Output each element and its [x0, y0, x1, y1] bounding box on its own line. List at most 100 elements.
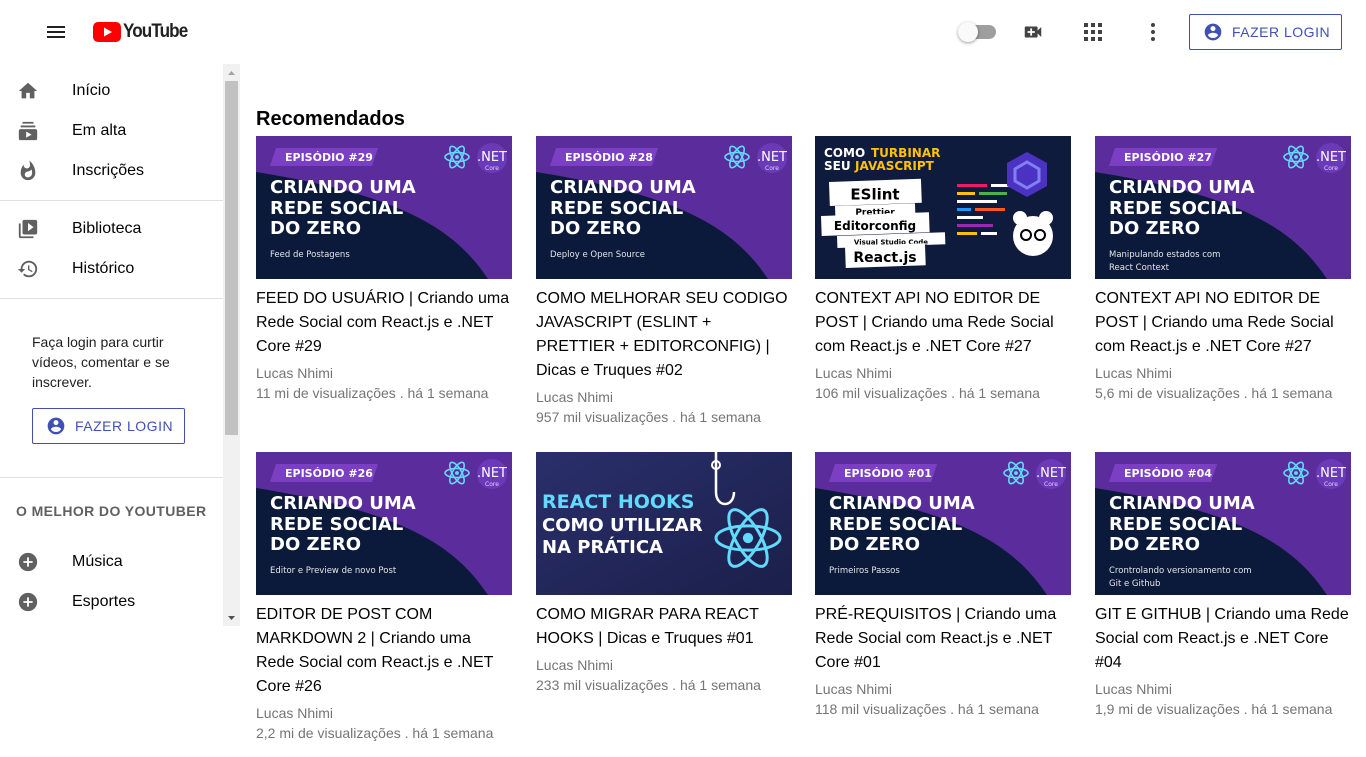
thumbnail-text: CRIANDO UMA	[1109, 493, 1255, 514]
video-thumbnail[interactable]: EPISÓDIO #01 .NET Core CRIANDO UMA REDE SOCI…	[815, 452, 1071, 595]
video-card[interactable]: EPISÓDIO #27 .NET Core CRIANDO UMA REDE SOCI…	[1095, 136, 1351, 403]
channel-name[interactable]: Lucas Nhimi	[536, 387, 792, 407]
video-meta: 106 mil visualizações . há 1 semana	[815, 385, 1040, 401]
channel-name[interactable]: Lucas Nhimi	[815, 363, 1071, 383]
sidebar-item-inscricoes[interactable]: Inscrições	[0, 151, 223, 191]
sidebar-item-musica[interactable]: Música	[0, 542, 223, 582]
video-meta: 1,9 mi de visualizações . há 1 semana	[1095, 701, 1333, 717]
sidebar-scrollbar[interactable]	[223, 64, 240, 626]
thumbnail-text: REDE SOCIAL	[550, 198, 683, 219]
history-icon	[16, 257, 40, 281]
theme-toggle[interactable]	[958, 22, 998, 42]
sidebar: Início Em alta Inscrições Biblioteca His…	[0, 64, 240, 626]
video-card[interactable]: EPISÓDIO #26 .NET Core CRIANDO UMA REDE SOCI…	[256, 452, 512, 743]
thumbnail-artwork: EPISÓDIO #01 .NETCore CRIANDO UMAREDE SOCI…	[815, 452, 1071, 595]
thumbnail-text: ESlint	[850, 185, 899, 203]
channel-name[interactable]: Lucas Nhimi	[1095, 363, 1351, 383]
video-card[interactable]: REACT HOOKS COMO UTILIZAR NA PRÁTICA COMO M…	[536, 452, 792, 695]
sidebar-item-label: Música	[72, 553, 123, 570]
menu-button[interactable]	[40, 16, 72, 48]
thumbnail-text: Core	[1044, 481, 1058, 488]
thumbnail-text: EPISÓDIO #27	[1124, 151, 1212, 164]
sidebar-item-esportes[interactable]: Esportes	[0, 582, 223, 622]
sidebar-section-title: O MELHOR DO YOUTUBER	[16, 503, 207, 519]
thumbnail-text: COMO	[824, 146, 865, 160]
video-meta: 5,6 mi de visualizações . há 1 semana	[1095, 385, 1333, 401]
header-login-label: FAZER LOGIN	[1232, 24, 1331, 40]
thumbnail-text: Core	[1324, 165, 1338, 172]
video-title[interactable]: GIT E GITHUB | Criando uma Rede Social c…	[1095, 603, 1351, 675]
more-options-button[interactable]	[1137, 16, 1169, 48]
sidebar-item-em-alta[interactable]: Em alta	[0, 111, 223, 151]
channel-name[interactable]: Lucas Nhimi	[815, 679, 1071, 699]
video-title[interactable]: FEED DO USUÁRIO | Criando uma Rede Socia…	[256, 287, 512, 359]
thumbnail-artwork: EPISÓDIO #29 .NETCore CRIANDO UMAREDE SOCI…	[256, 136, 512, 279]
video-title[interactable]: COMO MELHORAR SEU CODIGO JAVASCRIPT (ESL…	[536, 287, 792, 383]
thumbnail-text: DO ZERO	[270, 534, 361, 555]
sidebar-item-label: Inscrições	[72, 162, 145, 179]
video-card[interactable]: COMO TURBINAR SEU JAVASCRIPT ESlint Prettier E…	[815, 136, 1071, 403]
sidebar-item-biblioteca[interactable]: Biblioteca	[0, 209, 223, 249]
thumbnail-text: DO ZERO	[829, 534, 920, 555]
video-thumbnail[interactable]: EPISÓDIO #29 .NET Core CRIANDO UMA REDE SOCI…	[256, 136, 512, 279]
sidebar-item-inicio[interactable]: Início	[0, 71, 223, 111]
add-circle-icon	[16, 590, 40, 614]
video-thumbnail[interactable]: EPISÓDIO #28 .NET Core CRIANDO UMA REDE SOCI…	[536, 136, 792, 279]
apps-button[interactable]	[1077, 16, 1109, 48]
thumbnail-text: REDE SOCIAL	[829, 514, 962, 535]
video-card[interactable]: EPISÓDIO #29 .NET Core CRIANDO UMA REDE SOCI…	[256, 136, 512, 403]
video-card[interactable]: EPISÓDIO #28 .NET Core CRIANDO UMA REDE SOCI…	[536, 136, 792, 427]
thumbnail-text: DO ZERO	[1109, 218, 1200, 239]
channel-name[interactable]: Lucas Nhimi	[256, 703, 512, 723]
thumbnail-text: TURBINAR	[871, 146, 940, 160]
thumbnail-text: Feed de Postagens	[270, 250, 350, 260]
video-title[interactable]: COMO MIGRAR PARA REACT HOOKS | Dicas e T…	[536, 603, 792, 651]
video-card[interactable]: EPISÓDIO #01 .NET Core CRIANDO UMA REDE SOCI…	[815, 452, 1071, 719]
thumbnail-text: Core	[765, 165, 779, 172]
video-thumbnail[interactable]: EPISÓDIO #27 .NET Core CRIANDO UMA REDE SOCI…	[1095, 136, 1351, 279]
toggle-knob	[958, 22, 978, 42]
video-thumbnail[interactable]: REACT HOOKS COMO UTILIZAR NA PRÁTICA	[536, 452, 792, 595]
channel-name[interactable]: Lucas Nhimi	[536, 655, 792, 675]
video-call-icon	[1024, 26, 1042, 38]
thumbnail-text: CRIANDO UMA	[270, 493, 416, 514]
thumbnail-text: CRIANDO UMA	[829, 493, 975, 514]
section-heading: Recomendados	[256, 108, 405, 130]
channel-name[interactable]: Lucas Nhimi	[1095, 679, 1351, 699]
sidebar-item-partial[interactable]	[0, 622, 223, 626]
thumbnail-artwork: EPISÓDIO #04 .NETCore CRIANDO UMAREDE SOCI…	[1095, 452, 1351, 595]
video-meta: 118 mil visualizações . há 1 semana	[815, 701, 1039, 717]
scroll-up-arrow[interactable]	[223, 64, 240, 81]
thumbnail-text: DO ZERO	[550, 218, 641, 239]
video-thumbnail[interactable]: EPISÓDIO #04 .NET Core CRIANDO UMA REDE SOCI…	[1095, 452, 1351, 595]
video-thumbnail[interactable]: EPISÓDIO #26 .NET Core CRIANDO UMA REDE SOCI…	[256, 452, 512, 595]
sidebar-login-button[interactable]: FAZER LOGIN	[32, 408, 185, 444]
video-title[interactable]: CONTEXT API NO EDITOR DE POST | Criando …	[1095, 287, 1351, 359]
video-thumbnail[interactable]: COMO TURBINAR SEU JAVASCRIPT ESlint Prettier E…	[815, 136, 1071, 279]
scroll-down-arrow[interactable]	[223, 609, 240, 626]
video-card[interactable]: EPISÓDIO #04 .NET Core CRIANDO UMA REDE SOCI…	[1095, 452, 1351, 719]
thumbnail-text: CRIANDO UMA	[270, 177, 416, 198]
video-title[interactable]: CONTEXT API NO EDITOR DE POST | Criando …	[815, 287, 1071, 359]
youtube-play-icon	[93, 22, 121, 42]
subscriptions-icon	[16, 119, 40, 143]
channel-name[interactable]: Lucas Nhimi	[256, 363, 512, 383]
sidebar-item-historico[interactable]: Histórico	[0, 249, 223, 289]
video-title[interactable]: PRÉ-REQUISITOS | Criando uma Rede Social…	[815, 603, 1071, 675]
scroll-thumb[interactable]	[225, 81, 238, 435]
top-bar: YouTube FAZER LOGIN	[0, 0, 1366, 64]
video-title[interactable]: EDITOR DE POST COM MARKDOWN 2 | Criando …	[256, 603, 512, 699]
thumbnail-text: EPISÓDIO #28	[565, 151, 653, 164]
thumbnail-text: .NET	[477, 466, 507, 481]
sidebar-content: Início Em alta Inscrições Biblioteca His…	[0, 64, 223, 626]
mascot-illustration	[1013, 211, 1053, 256]
create-video-button[interactable]	[1017, 16, 1049, 48]
thumbnail-text: .NET	[1036, 466, 1066, 481]
thumbnail-text: .NET	[1316, 150, 1346, 165]
sidebar-item-label: Histórico	[72, 260, 135, 277]
youtube-logo[interactable]: YouTube	[93, 21, 194, 43]
thumbnail-text: REDE SOCIAL	[1109, 198, 1242, 219]
header-login-button[interactable]: FAZER LOGIN	[1189, 14, 1342, 50]
thumbnail-text: REDE SOCIAL	[270, 198, 403, 219]
video-meta: 11 mi de visualizações . há 1 semana	[256, 385, 489, 401]
